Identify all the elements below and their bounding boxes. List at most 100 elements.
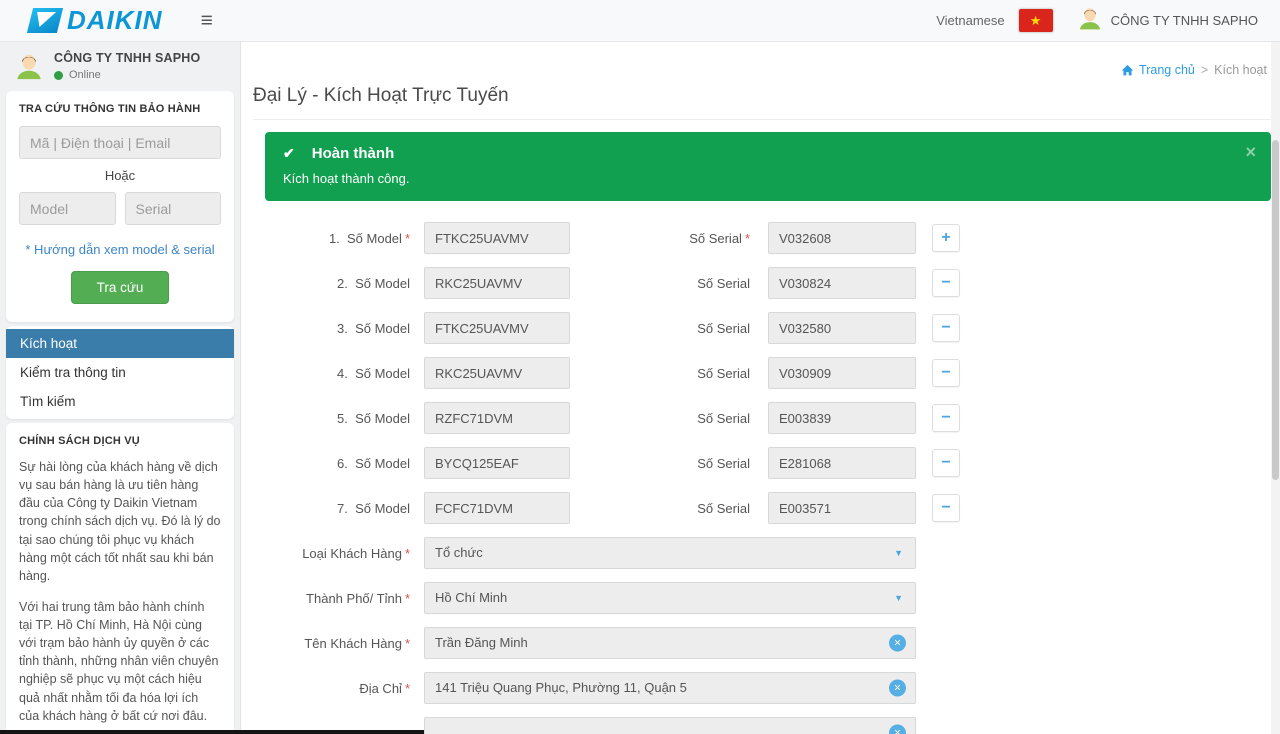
- model-input[interactable]: [424, 267, 570, 299]
- scrollbar-thumb[interactable]: [1272, 140, 1279, 480]
- topbar-right: Vietnamese ★ CÔNG TY TNHH SAPHO: [936, 5, 1258, 36]
- model-serial-inputs: [19, 192, 221, 225]
- sidebar-item-tim-kiem[interactable]: Tìm kiếm: [6, 387, 234, 416]
- lookup-panel-title: TRA CỨU THÔNG TIN BẢO HÀNH: [19, 103, 221, 115]
- daikin-logo-mark-icon: [27, 8, 63, 33]
- user-avatar[interactable]: [1077, 5, 1103, 36]
- model-serial-row: 5. Số ModelSố Serial−: [300, 402, 1280, 434]
- model-serial-row: 1. Số Model* Số Serial* +: [300, 222, 1280, 254]
- close-alert-icon[interactable]: ×: [1245, 143, 1256, 161]
- caret-down-icon: ▼: [894, 593, 903, 603]
- policy-paragraph: Sự hài lòng của khách hàng về dịch vụ sa…: [19, 458, 221, 585]
- daikin-logo[interactable]: DAIKIN: [30, 5, 163, 36]
- page-layout: CÔNG TY TNHH SAPHO Online TRA CỨU THÔNG …: [0, 42, 1280, 734]
- main-content: Trang chủ > Kích hoạt Đại Lý - Kích Hoạt…: [241, 42, 1280, 734]
- model-input[interactable]: [424, 312, 570, 344]
- success-alert-message: Kích hoạt thành công.: [283, 171, 1253, 186]
- policy-paragraph: Với hai trung tâm bảo hành chính tại TP.…: [19, 598, 221, 725]
- serial-input[interactable]: [768, 402, 916, 434]
- serial-row-label: Số Serial*: [570, 231, 750, 246]
- online-status-label: Online: [69, 69, 101, 81]
- city-row: Thành Phố/ Tỉnh* Hồ Chí Minh▼: [280, 582, 1280, 614]
- remove-row-button[interactable]: −: [932, 359, 960, 387]
- add-row-button[interactable]: +: [932, 224, 960, 252]
- serial-input[interactable]: [768, 447, 916, 479]
- serial-input[interactable]: [768, 312, 916, 344]
- topbar-user-name[interactable]: CÔNG TY TNHH SAPHO: [1111, 13, 1258, 28]
- city-select[interactable]: Hồ Chí Minh▼: [424, 582, 916, 614]
- model-input[interactable]: [424, 492, 570, 524]
- flag-star-icon: ★: [1030, 14, 1042, 27]
- address-input[interactable]: 141 Triệu Quang Phục, Phường 11, Quận 5×: [424, 672, 916, 704]
- serial-input[interactable]: [768, 267, 916, 299]
- clear-input-icon[interactable]: ×: [889, 725, 906, 734]
- required-mark: *: [405, 681, 410, 696]
- model-input[interactable]: [424, 357, 570, 389]
- model-serial-form: 1. Số Model*Số Serial*+2. Số ModelSố Ser…: [300, 222, 1280, 524]
- remove-row-button[interactable]: −: [932, 449, 960, 477]
- daikin-logo-text: DAIKIN: [67, 5, 163, 36]
- remove-row-button[interactable]: −: [932, 404, 960, 432]
- city-label: Thành Phố/ Tỉnh*: [280, 591, 410, 606]
- model-serial-guide-link[interactable]: * Hướng dẫn xem model & serial: [19, 242, 221, 257]
- lookup-model-input[interactable]: [19, 192, 116, 225]
- sidebar-item-kiem-tra-thong-tin[interactable]: Kiểm tra thông tin: [6, 358, 234, 387]
- partial-field-input[interactable]: ×: [424, 717, 916, 734]
- serial-input[interactable]: [768, 492, 916, 524]
- required-mark: *: [405, 591, 410, 606]
- online-status: Online: [54, 69, 200, 81]
- serial-input[interactable]: [768, 357, 916, 389]
- breadcrumb-current: Kích hoạt: [1214, 63, 1267, 77]
- model-row-label: 5. Số Model: [300, 411, 410, 426]
- policy-panel-title: CHÍNH SÁCH DỊCH VỤ: [19, 435, 221, 447]
- language-selector[interactable]: Vietnamese: [936, 13, 1004, 28]
- address-row: Địa Chỉ* 141 Triệu Quang Phục, Phường 11,…: [280, 672, 1280, 704]
- customer-name-value: Trần Đăng Minh: [425, 628, 915, 658]
- service-policy-panel: CHÍNH SÁCH DỊCH VỤ Sự hài lòng của khách…: [6, 423, 234, 734]
- remove-row-button[interactable]: −: [932, 314, 960, 342]
- lookup-search-button[interactable]: Tra cứu: [71, 271, 170, 304]
- lookup-serial-input[interactable]: [125, 192, 222, 225]
- model-input[interactable]: [424, 447, 570, 479]
- model-serial-row: 4. Số ModelSố Serial−: [300, 357, 1280, 389]
- vietnam-flag-icon[interactable]: ★: [1019, 9, 1053, 32]
- breadcrumb-home-link[interactable]: Trang chủ: [1121, 63, 1195, 77]
- sidebar-user-name: CÔNG TY TNHH SAPHO: [54, 51, 200, 65]
- address-value: 141 Triệu Quang Phục, Phường 11, Quận 5: [425, 673, 915, 703]
- sidebar: CÔNG TY TNHH SAPHO Online TRA CỨU THÔNG …: [0, 42, 241, 734]
- remove-row-button[interactable]: −: [932, 269, 960, 297]
- customer-type-select[interactable]: Tổ chức▼: [424, 537, 916, 569]
- required-mark: *: [405, 546, 410, 561]
- model-input[interactable]: [424, 402, 570, 434]
- customer-info-form: Loại Khách Hàng*Tổ chức▼Thành Phố/ Tỉnh*…: [280, 537, 1280, 704]
- clear-input-icon[interactable]: ×: [889, 680, 906, 697]
- sidebar-item-kich-hoat[interactable]: Kích hoạt: [6, 329, 234, 358]
- model-input[interactable]: [424, 222, 570, 254]
- required-mark: *: [405, 231, 410, 246]
- success-alert-title: Hoàn thành: [312, 145, 395, 162]
- model-row-label: 4. Số Model: [300, 366, 410, 381]
- customer-type-value: Tổ chức: [425, 538, 915, 568]
- page-title: Đại Lý - Kích Hoạt Trực Tuyến: [253, 84, 1271, 120]
- top-bar: DAIKIN ≡ Vietnamese ★ CÔNG TY TNHH SAPHO: [0, 0, 1280, 42]
- success-alert-header: ✔ Hoàn thành: [283, 145, 1253, 162]
- remove-row-button[interactable]: −: [932, 494, 960, 522]
- hamburger-menu-icon[interactable]: ≡: [195, 9, 219, 32]
- model-serial-row: 7. Số ModelSố Serial−: [300, 492, 1280, 524]
- lookup-main-input[interactable]: [19, 126, 221, 159]
- serial-row-label: Số Serial: [570, 501, 750, 516]
- customer-name-input[interactable]: Trần Đăng Minh×: [424, 627, 916, 659]
- online-dot-icon: [54, 71, 63, 80]
- vertical-scrollbar[interactable]: [1271, 42, 1280, 734]
- model-row-label: 2. Số Model: [300, 276, 410, 291]
- address-label: Địa Chỉ*: [280, 681, 410, 696]
- clear-input-icon[interactable]: ×: [889, 635, 906, 652]
- check-icon: ✔: [283, 145, 295, 162]
- required-mark: *: [745, 231, 750, 246]
- model-row-label: 1. Số Model*: [300, 231, 410, 246]
- breadcrumb-home-label: Trang chủ: [1139, 63, 1195, 77]
- partial-next-field-row: ×: [280, 717, 1280, 734]
- customer-type-label: Loại Khách Hàng*: [280, 546, 410, 561]
- serial-input[interactable]: [768, 222, 916, 254]
- sidebar-user-panel: CÔNG TY TNHH SAPHO Online: [0, 42, 240, 87]
